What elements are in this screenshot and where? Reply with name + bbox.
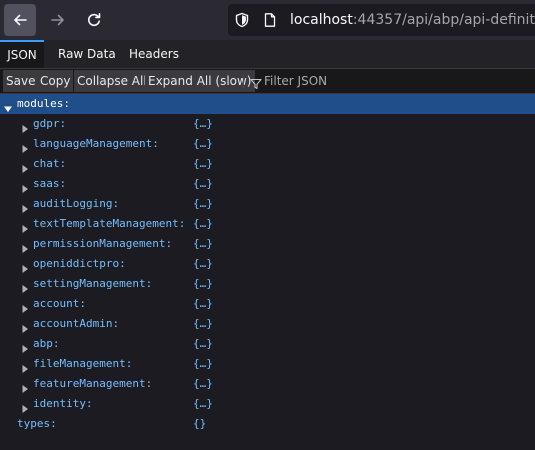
tree-row[interactable]: openiddictpro: {…} (0, 254, 535, 274)
tree-key: openiddictpro: (33, 257, 126, 270)
expand-all-button[interactable]: Expand All (slow) (145, 70, 255, 92)
collapse-all-button[interactable]: Collapse All (74, 70, 150, 92)
tree-value: {…} (193, 197, 213, 210)
tree-key: languageManagement: (33, 137, 159, 150)
json-toolbar: Save Copy Collapse All Expand All (slow) (0, 69, 535, 94)
tree-row[interactable]: accountAdmin: {…} (0, 314, 535, 334)
url-bar[interactable]: localhost:44357/api/abp/api-definition (228, 4, 535, 36)
tree-value: {…} (193, 117, 213, 130)
tree-value: {…} (193, 397, 213, 410)
url-host: localhost (290, 12, 353, 28)
filter-json-input[interactable] (264, 71, 524, 91)
tree-key: account: (33, 297, 86, 310)
reload-button[interactable] (78, 4, 110, 36)
tree-key: gdpr: (33, 117, 67, 130)
tree-key: auditLogging: (33, 197, 120, 210)
tab-json[interactable]: JSON (0, 40, 44, 68)
tree-row[interactable]: textTemplateManagement: {…} (0, 214, 535, 234)
toolbar-divider (243, 74, 244, 88)
tree-row-types[interactable]: types: {} (0, 414, 535, 434)
tree-row[interactable]: featureManagement: {…} (0, 374, 535, 394)
shield-icon[interactable] (234, 12, 250, 32)
tree-key: abp: (33, 337, 60, 350)
tree-value: {…} (193, 277, 213, 290)
tree-row[interactable]: fileManagement: {…} (0, 354, 535, 374)
tree-value: {…} (193, 137, 213, 150)
tree-row[interactable]: saas: {…} (0, 174, 535, 194)
tree-key: saas: (33, 177, 67, 190)
tree-key: accountAdmin: (33, 317, 120, 330)
tree-row[interactable]: settingManagement: {…} (0, 274, 535, 294)
tree-key: permissionManagement: (33, 237, 173, 250)
tree-key: settingManagement: (33, 277, 153, 290)
tree-row-modules[interactable]: modules: (0, 94, 535, 114)
forward-button[interactable] (42, 4, 74, 36)
tree-row[interactable]: abp: {…} (0, 334, 535, 354)
tree-row[interactable]: chat: {…} (0, 154, 535, 174)
tree-row[interactable]: permissionManagement: {…} (0, 234, 535, 254)
tree-value: {} (193, 417, 207, 430)
tree-value: {…} (193, 257, 213, 270)
arrow-right-icon (51, 14, 64, 26)
tree-key: featureManagement: (33, 377, 153, 390)
tab-raw-data[interactable]: Raw Data (58, 40, 116, 68)
arrow-left-icon (14, 14, 27, 26)
tree-key: chat: (33, 157, 67, 170)
tree-row[interactable]: auditLogging: {…} (0, 194, 535, 214)
tree-row[interactable]: account: {…} (0, 294, 535, 314)
tree-key: textTemplateManagement: (33, 217, 186, 230)
tree-key: modules: (17, 97, 70, 110)
copy-button[interactable]: Copy (37, 70, 74, 92)
back-button[interactable] (4, 4, 36, 36)
tree-key: fileManagement: (33, 357, 133, 370)
tree-value: {…} (193, 177, 213, 190)
save-button[interactable]: Save (3, 70, 39, 92)
tree-value: {…} (193, 377, 213, 390)
tree-value: {…} (193, 157, 213, 170)
tree-value: {…} (193, 217, 213, 230)
tree-value: {…} (193, 337, 213, 350)
tree-row[interactable]: gdpr: {…} (0, 114, 535, 134)
tree-row[interactable]: identity: {…} (0, 394, 535, 414)
filter-icon (250, 75, 262, 94)
url-path: :44357/api/abp/api-definition (352, 12, 535, 28)
tree-row[interactable]: languageManagement: {…} (0, 134, 535, 154)
tree-key: identity: (33, 397, 93, 410)
tree-value: {…} (193, 317, 213, 330)
tree-value: {…} (193, 357, 213, 370)
viewer-tab-bar: JSON Raw Data Headers (0, 40, 535, 69)
reload-icon (87, 13, 101, 27)
tree-key: types: (17, 417, 57, 430)
browser-toolbar: localhost:44357/api/abp/api-definition (0, 0, 535, 40)
page-icon[interactable] (262, 12, 278, 32)
tab-headers[interactable]: Headers (129, 40, 179, 68)
tree-value: {…} (193, 237, 213, 250)
url-text[interactable]: localhost:44357/api/abp/api-definition (290, 4, 535, 36)
json-tree: modules: gdpr: {…} languageManagement: {… (0, 94, 535, 450)
tree-value: {…} (193, 297, 213, 310)
